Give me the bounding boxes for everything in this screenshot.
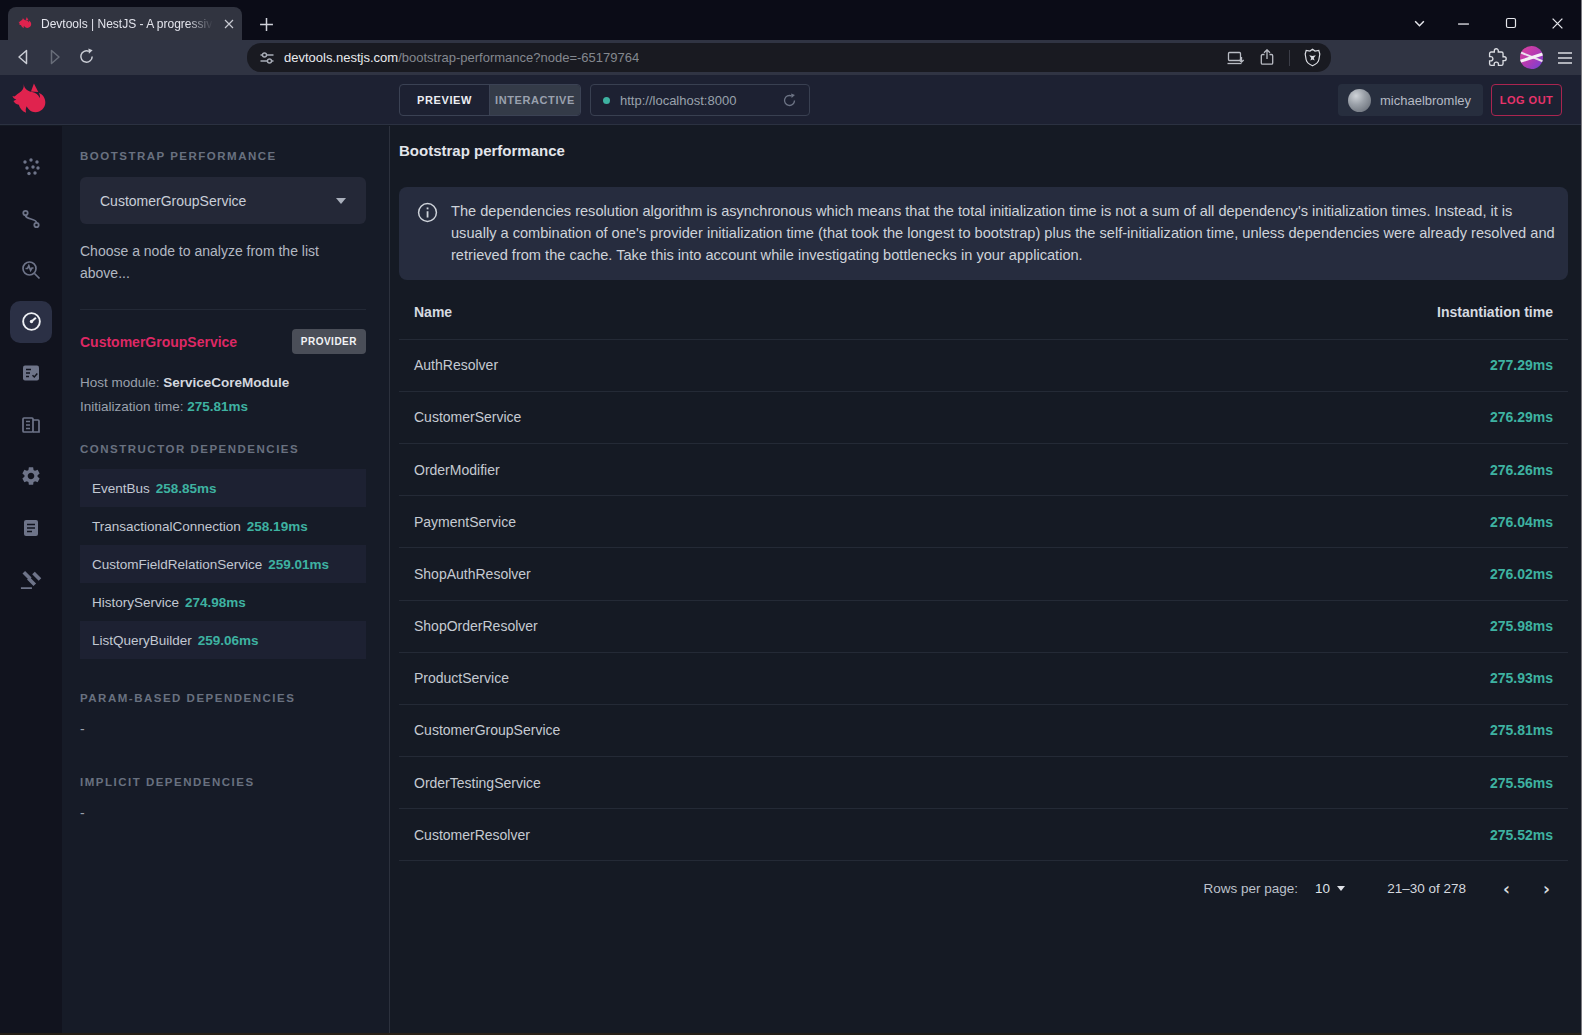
- browser-menu-icon[interactable]: [1556, 50, 1574, 66]
- url-text: devtools.nestjs.com/bootstrap-performanc…: [284, 50, 639, 65]
- selected-node-name: CustomerGroupService: [80, 334, 237, 350]
- table-header-row: Name Instantiation time: [399, 286, 1568, 338]
- panel-title: BOOTSTRAP PERFORMANCE: [80, 150, 366, 162]
- share-icon[interactable]: [1259, 49, 1275, 66]
- info-box: The dependencies resolution algorithm is…: [399, 187, 1568, 280]
- sidebar-item-logs[interactable]: [10, 507, 52, 549]
- sidebar-item-inspect[interactable]: [10, 249, 52, 291]
- sidebar-item-graph[interactable]: [10, 146, 52, 188]
- interactive-button[interactable]: INTERACTIVE: [489, 85, 580, 115]
- tab-title: Devtools | NestJS - A progressive: [41, 17, 213, 31]
- rows-per-page-caret-icon[interactable]: [1337, 886, 1345, 891]
- nestjs-favicon: [18, 16, 33, 31]
- tab-search-chevron-icon[interactable]: [1408, 12, 1430, 34]
- left-panel: BOOTSTRAP PERFORMANCE CustomerGroupServi…: [62, 126, 390, 1035]
- pagination-bar: Rows per page: 10 21–30 of 278 ‹ ›: [399, 861, 1568, 916]
- table-row[interactable]: ProductService275.93ms: [399, 652, 1568, 704]
- nestjs-logo: [11, 81, 50, 120]
- constructor-deps-title: CONSTRUCTOR DEPENDENCIES: [80, 443, 366, 455]
- table-row[interactable]: OrderTestingService275.56ms: [399, 756, 1568, 808]
- node-select-value: CustomerGroupService: [100, 193, 246, 209]
- app-refresh-icon[interactable]: [782, 93, 797, 108]
- user-name: michaelbromley: [1380, 93, 1471, 108]
- forward-button[interactable]: [46, 48, 64, 66]
- sidebar-item-tools[interactable]: [10, 558, 52, 600]
- param-deps-title: PARAM-BASED DEPENDENCIES: [80, 692, 366, 704]
- toolbar-separator: [1289, 50, 1290, 66]
- select-caret-icon: [336, 198, 346, 204]
- dependency-row[interactable]: EventBus258.85ms: [80, 469, 366, 507]
- param-deps-empty: -: [80, 721, 366, 737]
- rows-per-page-value[interactable]: 10: [1315, 881, 1330, 896]
- name-column-header: Name: [414, 304, 452, 320]
- rows-per-page-label: Rows per page:: [1204, 881, 1299, 896]
- table-row[interactable]: CustomerService276.29ms: [399, 391, 1568, 443]
- app-header: PREVIEW INTERACTIVE http://localhost:800…: [0, 75, 1582, 125]
- table-row[interactable]: ShopAuthResolver276.02ms: [399, 547, 1568, 599]
- init-time-line: Initialization time: 275.81ms: [80, 399, 366, 414]
- dependency-row[interactable]: ListQueryBuilder259.06ms: [80, 621, 366, 659]
- window-close-button[interactable]: [1546, 12, 1568, 34]
- page-title: Bootstrap performance: [399, 142, 1568, 159]
- address-bar[interactable]: devtools.nestjs.com/bootstrap-performanc…: [247, 43, 1331, 72]
- table-row[interactable]: OrderModifier276.26ms: [399, 443, 1568, 495]
- next-page-button[interactable]: ›: [1543, 879, 1550, 899]
- node-select[interactable]: CustomerGroupService: [80, 177, 366, 224]
- app-url: http://localhost:8000: [620, 93, 736, 108]
- pagination-range: 21–30 of 278: [1387, 881, 1466, 896]
- table-row[interactable]: CustomerResolver275.52ms: [399, 808, 1568, 860]
- table-row[interactable]: PaymentService276.04ms: [399, 495, 1568, 547]
- sidebar-item-bootstrap-performance[interactable]: [10, 301, 52, 343]
- dependency-row[interactable]: CustomFieldRelationService259.01ms: [80, 545, 366, 583]
- constructor-deps-list: EventBus258.85msTransactionalConnection2…: [80, 469, 366, 659]
- extensions-icon[interactable]: [1488, 48, 1507, 67]
- time-column-header: Instantiation time: [1437, 304, 1553, 320]
- dependency-row[interactable]: TransactionalConnection258.19ms: [80, 507, 366, 545]
- table-row[interactable]: AuthResolver277.29ms: [399, 339, 1568, 391]
- window-title-bar: Devtools | NestJS - A progressive: [0, 0, 1582, 40]
- back-button[interactable]: [14, 48, 32, 66]
- sidebar-item-settings[interactable]: [10, 455, 52, 497]
- app-url-box[interactable]: http://localhost:8000: [590, 84, 810, 116]
- view-mode-toggle: PREVIEW INTERACTIVE: [399, 84, 581, 116]
- previous-page-button[interactable]: ‹: [1503, 879, 1510, 899]
- reload-button[interactable]: [78, 48, 96, 66]
- window-maximize-button[interactable]: [1500, 12, 1522, 34]
- new-tab-button[interactable]: [254, 12, 278, 36]
- user-avatar: [1348, 89, 1371, 112]
- user-chip[interactable]: michaelbromley: [1338, 84, 1483, 116]
- table-row[interactable]: ShopOrderResolver275.98ms: [399, 600, 1568, 652]
- browser-tab[interactable]: Devtools | NestJS - A progressive: [8, 7, 242, 40]
- host-module-line: Host module: ServiceCoreModule: [80, 375, 366, 390]
- panel-hint: Choose a node to analyze from the list a…: [80, 241, 330, 284]
- send-to-device-icon[interactable]: [1227, 50, 1245, 66]
- connection-status-dot: [603, 97, 610, 104]
- dependency-row[interactable]: HistoryService274.98ms: [80, 583, 366, 621]
- implicit-deps-title: IMPLICIT DEPENDENCIES: [80, 776, 366, 788]
- sidebar-item-audit[interactable]: [10, 352, 52, 394]
- sidebar-item-routes[interactable]: [10, 198, 52, 240]
- window-minimize-button[interactable]: [1452, 12, 1474, 34]
- panel-divider: [80, 309, 366, 310]
- browser-profile-avatar[interactable]: [1520, 46, 1543, 69]
- site-settings-icon[interactable]: [259, 50, 275, 66]
- provider-badge: PROVIDER: [292, 329, 366, 354]
- tab-close-icon[interactable]: [224, 19, 234, 29]
- implicit-deps-empty: -: [80, 805, 366, 821]
- brave-shields-icon[interactable]: [1304, 48, 1321, 67]
- main-content: Bootstrap performance The dependencies r…: [390, 126, 1582, 1035]
- performance-table: Name Instantiation time AuthResolver277.…: [399, 286, 1568, 861]
- info-icon: [417, 201, 451, 266]
- logout-button[interactable]: LOG OUT: [1491, 84, 1562, 116]
- icon-sidebar: [0, 126, 62, 1035]
- preview-button[interactable]: PREVIEW: [400, 85, 489, 115]
- sidebar-item-modules[interactable]: [10, 404, 52, 446]
- info-text: The dependencies resolution algorithm is…: [451, 201, 1556, 266]
- table-row[interactable]: CustomerGroupService275.81ms: [399, 704, 1568, 756]
